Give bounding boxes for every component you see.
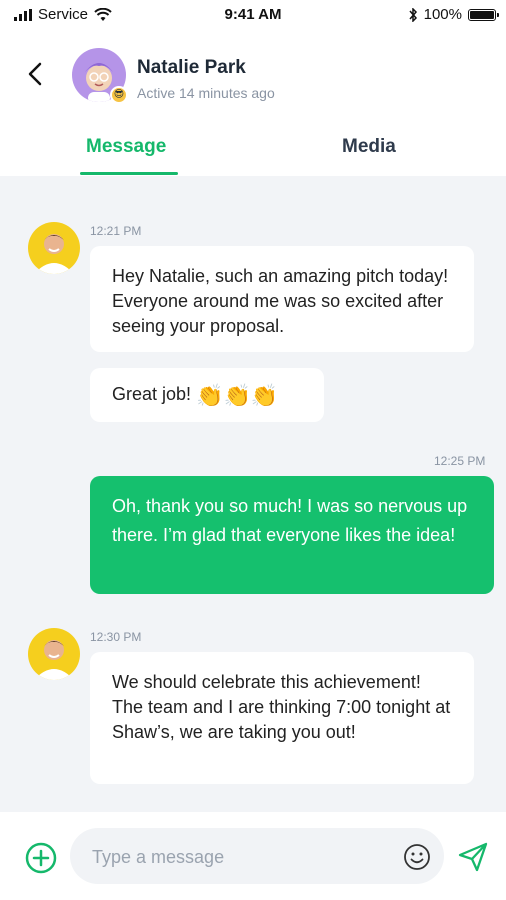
contact-name: Natalie Park — [137, 57, 246, 78]
back-arrow-icon[interactable] — [22, 60, 50, 88]
message-input-container[interactable] — [70, 828, 444, 884]
send-icon[interactable] — [456, 840, 490, 874]
incoming-message-bubble[interactable]: We should celebrate this achievement! Th… — [90, 652, 474, 784]
clapping-hands-emoji-icon: 👏👏👏 — [196, 382, 279, 408]
incoming-message-bubble[interactable]: Hey Natalie, such an amazing pitch today… — [90, 246, 474, 352]
outgoing-message-bubble[interactable]: Oh, thank you so much! I was so nervous … — [90, 476, 494, 594]
sender-avatar[interactable] — [28, 222, 80, 274]
message-timestamp: 12:21 PM — [90, 224, 142, 238]
tab-message[interactable]: Message — [86, 136, 166, 158]
status-right: 100% — [408, 6, 499, 23]
message-text: We should celebrate this achievement! Th… — [112, 672, 451, 742]
sender-avatar[interactable] — [28, 628, 80, 680]
incoming-message-bubble[interactable]: Great job! 👏👏👏 — [90, 368, 324, 422]
contact-avatar[interactable]: 😎 — [72, 48, 128, 104]
plus-circle-icon[interactable] — [24, 841, 58, 875]
smiley-icon[interactable] — [402, 842, 432, 872]
message-timestamp: 12:25 PM — [434, 454, 486, 468]
message-text: Hey Natalie, such an amazing pitch today… — [112, 266, 449, 336]
battery-percent: 100% — [423, 6, 462, 23]
message-text: Great job! — [112, 384, 192, 404]
tab-bar: Message Media — [0, 130, 506, 176]
sunglasses-emoji-icon: 😎 — [110, 86, 128, 104]
active-tab-indicator — [80, 172, 178, 175]
message-timestamp: 12:30 PM — [90, 630, 142, 644]
status-bar: Service 9:41 AM 100% — [0, 0, 506, 30]
message-list[interactable]: 12:21 PM Hey Natalie, such an amazing pi… — [0, 176, 506, 812]
message-input[interactable] — [90, 840, 394, 874]
contact-activity-status: Active 14 minutes ago — [137, 85, 275, 101]
bluetooth-icon — [409, 7, 417, 22]
tab-media[interactable]: Media — [342, 136, 396, 158]
message-text: Oh, thank you so much! I was so nervous … — [112, 496, 468, 545]
chat-header: 😎 Natalie Park Active 14 minutes ago Mes… — [0, 30, 506, 176]
message-composer — [0, 812, 506, 900]
battery-icon — [468, 8, 499, 21]
